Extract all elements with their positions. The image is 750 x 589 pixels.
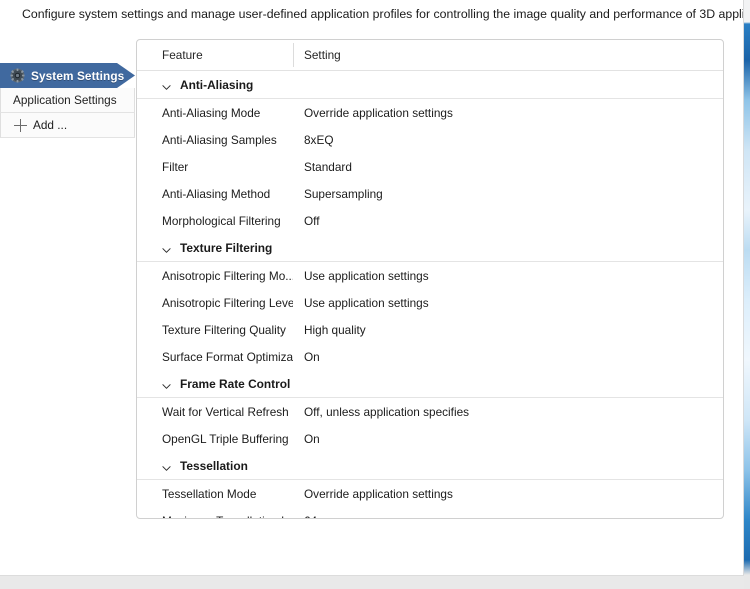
sidebar-item-application-settings[interactable]: Application Settings bbox=[0, 88, 135, 113]
grid-column-headers: Feature Setting bbox=[137, 40, 723, 71]
sidebar-item-label: Add ... bbox=[33, 118, 68, 132]
grid-cell-feature: Anisotropic Filtering Mo... bbox=[162, 268, 293, 283]
grid-cell-feature: OpenGL Triple Buffering bbox=[162, 431, 289, 446]
grid-group-label: Anti-Aliasing bbox=[180, 77, 254, 92]
grid-group-label: Frame Rate Control bbox=[180, 376, 291, 391]
grid-cell-feature: Anti-Aliasing Method bbox=[162, 186, 271, 201]
sidebar-item-system-settings[interactable]: System Settings bbox=[0, 63, 135, 88]
grid-row[interactable]: Anti-Aliasing Mode Override application s… bbox=[137, 99, 723, 126]
grid-row[interactable]: Anti-Aliasing Samples 8xEQ bbox=[137, 126, 723, 153]
gear-icon bbox=[10, 68, 25, 83]
grid-cell-feature: Morphological Filtering bbox=[162, 213, 281, 228]
column-header-feature[interactable]: Feature bbox=[137, 48, 293, 62]
grid-group-header[interactable]: Frame Rate Control bbox=[137, 370, 723, 398]
grid-cell-setting[interactable]: Standard bbox=[293, 160, 723, 174]
column-divider bbox=[293, 43, 294, 67]
sidebar-item-add[interactable]: Add ... bbox=[0, 113, 135, 138]
sidebar-nav: System Settings Application Settings Add… bbox=[0, 63, 135, 138]
grid-group-header[interactable]: Texture Filtering bbox=[137, 234, 723, 262]
grid-group-header[interactable]: Anti-Aliasing bbox=[137, 71, 723, 99]
grid-row[interactable]: Anisotropic Filtering Level Use applicati… bbox=[137, 289, 723, 316]
page-description: Configure system settings and manage use… bbox=[22, 7, 744, 21]
grid-body: Anti-Aliasing Anti-Aliasing Mode Override … bbox=[137, 71, 723, 519]
grid-row[interactable]: Morphological Filtering Off bbox=[137, 207, 723, 234]
grid-row[interactable]: Anti-Aliasing Method Supersampling bbox=[137, 180, 723, 207]
grid-row[interactable]: Maximum Tessellation L...64x bbox=[137, 507, 723, 519]
grid-cell-setting[interactable]: High quality bbox=[293, 323, 723, 337]
chevron-down-icon[interactable] bbox=[162, 242, 171, 253]
grid-cell-feature: Surface Format Optimiza... bbox=[162, 349, 293, 364]
grid-cell-setting[interactable]: 8xEQ bbox=[293, 133, 723, 147]
grid-group-label: Tessellation bbox=[180, 458, 248, 473]
grid-row[interactable]: Wait for Vertical Refresh Off, unless app… bbox=[137, 398, 723, 425]
sidebar-item-label: Application Settings bbox=[13, 93, 117, 107]
grid-cell-feature: Wait for Vertical Refresh bbox=[162, 404, 289, 419]
grid-cell-setting[interactable]: Supersampling bbox=[293, 187, 723, 201]
grid-row[interactable]: Anisotropic Filtering Mo... Use applicati… bbox=[137, 262, 723, 289]
settings-window: Configure system settings and manage use… bbox=[0, 0, 744, 589]
chevron-down-icon[interactable] bbox=[162, 378, 171, 389]
grid-cell-feature: Maximum Tessellation L... bbox=[137, 514, 293, 519]
grid-cell-setting[interactable]: Use application settings bbox=[293, 296, 723, 310]
grid-row[interactable]: Surface Format Optimiza... On bbox=[137, 343, 723, 370]
chevron-down-icon[interactable] bbox=[162, 79, 171, 90]
chevron-down-icon[interactable] bbox=[162, 460, 171, 471]
grid-group-header[interactable]: Tessellation bbox=[137, 452, 723, 480]
grid-row[interactable]: OpenGL Triple Buffering On bbox=[137, 425, 723, 452]
grid-row[interactable]: Texture Filtering Quality High quality bbox=[137, 316, 723, 343]
grid-cell-setting[interactable]: On bbox=[293, 350, 723, 364]
grid-cell-feature: Anisotropic Filtering Level bbox=[162, 295, 293, 310]
grid-group-label: Texture Filtering bbox=[180, 240, 273, 255]
column-header-setting[interactable]: Setting bbox=[293, 48, 723, 62]
desktop-background-strip bbox=[744, 0, 750, 589]
grid-cell-feature: Filter bbox=[162, 159, 189, 174]
grid-cell-setting[interactable]: Off, unless application specifies bbox=[293, 405, 723, 419]
grid-cell-setting[interactable]: Override application settings bbox=[293, 106, 723, 120]
grid-cell-setting[interactable]: Override application settings bbox=[293, 487, 723, 501]
plus-icon bbox=[14, 118, 27, 132]
grid-cell-setting[interactable]: Use application settings bbox=[293, 269, 723, 283]
settings-grid-panel: Feature Setting Anti-Aliasing Anti-Aliasi… bbox=[136, 39, 724, 519]
grid-row[interactable]: Filter Standard bbox=[137, 153, 723, 180]
footer-bar bbox=[0, 575, 744, 589]
grid-cell-setting[interactable]: On bbox=[293, 432, 723, 446]
grid-row[interactable]: Tessellation Mode Override application se… bbox=[137, 480, 723, 507]
grid-cell-feature: Anti-Aliasing Samples bbox=[162, 132, 277, 147]
sidebar-item-label: System Settings bbox=[31, 68, 125, 83]
grid-cell-setting[interactable]: 64x bbox=[293, 514, 723, 519]
grid-cell-feature: Anti-Aliasing Mode bbox=[162, 105, 261, 120]
grid-cell-feature: Tessellation Mode bbox=[162, 486, 257, 501]
grid-cell-feature: Texture Filtering Quality bbox=[162, 322, 286, 337]
grid-cell-setting[interactable]: Off bbox=[293, 214, 723, 228]
